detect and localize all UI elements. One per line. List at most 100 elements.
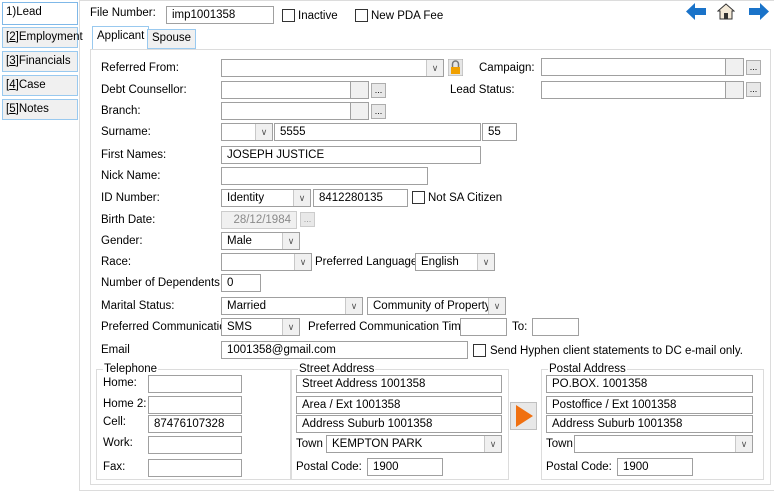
chevron-down-icon: ∨	[345, 298, 362, 314]
marital-status-select[interactable]: Married ∨	[221, 297, 363, 315]
email-label: Email	[101, 344, 130, 356]
pref-comm-select[interactable]: SMS ∨	[221, 318, 300, 336]
debt-counsellor-label: Debt Counsellor:	[101, 84, 187, 96]
nav-tab-case[interactable]: [4]Case	[2, 75, 78, 96]
campaign-lookup-button	[725, 59, 743, 75]
branch-input[interactable]	[221, 102, 369, 120]
chevron-down-icon: ∨	[484, 436, 501, 452]
chevron-down-icon: ∨	[293, 190, 310, 206]
first-names-input[interactable]: JOSEPH JUSTICE	[221, 146, 481, 164]
street-line2-input[interactable]: Area / Ext 1001358	[296, 396, 502, 414]
birth-date-label: Birth Date:	[101, 214, 156, 226]
not-sa-citizen-checkbox[interactable]	[412, 191, 425, 204]
cell-phone-input[interactable]: 87476107328	[148, 415, 242, 433]
postal-postal-code-input[interactable]: 1900	[617, 458, 693, 476]
file-number-input[interactable]: imp1001358	[166, 6, 274, 24]
street-line3-input[interactable]: Address Suburb 1001358	[296, 415, 502, 433]
preferred-language-label: Preferred Language:	[315, 256, 421, 268]
home-icon[interactable]	[717, 3, 735, 20]
forward-arrow-icon[interactable]	[748, 2, 769, 21]
play-arrow-icon	[516, 405, 533, 427]
not-sa-citizen-label: Not SA Citizen	[428, 192, 503, 204]
send-hyphen-checkbox[interactable]	[473, 344, 486, 357]
chevron-down-icon: ∨	[426, 60, 443, 76]
nav-tab-lead[interactable]: 1)Lead	[2, 2, 78, 25]
street-postal-code-input[interactable]: 1900	[367, 458, 443, 476]
lead-status-input[interactable]	[541, 81, 744, 99]
file-number-label: File Number:	[90, 7, 156, 19]
work-label: Work:	[103, 437, 133, 449]
postal-line2-input[interactable]: Postoffice / Ext 1001358	[546, 396, 753, 414]
gender-select[interactable]: Male ∨	[221, 232, 300, 250]
debt-counsellor-lookup-button	[350, 82, 368, 98]
new-pda-fee-checkbox[interactable]	[355, 9, 368, 22]
branch-browse-button[interactable]: ...	[371, 104, 386, 119]
home-phone-input[interactable]	[148, 375, 242, 393]
inactive-checkbox[interactable]	[282, 9, 295, 22]
pref-comm-time-label: Preferred Communication Time:	[308, 321, 471, 333]
home2-label: Home 2:	[103, 398, 147, 410]
fax-input[interactable]	[148, 459, 242, 477]
pref-comm-label: Preferred Communication:	[101, 321, 236, 333]
dependents-input[interactable]: 0	[221, 274, 261, 292]
nav-tab-employment[interactable]: [2]Employment	[2, 27, 83, 48]
birth-date-input[interactable]: 28/12/1984	[221, 211, 297, 229]
title-select[interactable]: ∨	[221, 123, 273, 141]
lead-status-label: Lead Status:	[450, 84, 515, 96]
chevron-down-icon: ∨	[735, 436, 752, 452]
surname-input[interactable]: 5555	[274, 123, 481, 141]
postal-postal-code-label: Postal Code:	[546, 461, 612, 473]
campaign-label: Campaign:	[479, 62, 535, 74]
chevron-down-icon: ∨	[294, 254, 311, 270]
cell-label: Cell:	[103, 416, 127, 428]
work-phone-input[interactable]	[148, 436, 242, 454]
race-label: Race:	[101, 256, 132, 268]
fax-label: Fax:	[103, 461, 126, 473]
copy-address-button[interactable]	[510, 402, 537, 430]
email-input[interactable]: 1001358@gmail.com	[221, 341, 468, 359]
debt-counsellor-browse-button[interactable]: ...	[371, 83, 386, 98]
birth-date-picker-button[interactable]: ...	[300, 212, 315, 227]
debt-counsellor-input[interactable]	[221, 81, 369, 99]
nav-tab-notes[interactable]: [5]Notes	[2, 99, 78, 120]
home2-phone-input[interactable]	[148, 396, 242, 414]
lead-status-lookup-button	[725, 82, 743, 98]
postal-town-select[interactable]: ∨	[574, 435, 753, 453]
branch-label: Branch:	[101, 105, 141, 117]
pref-comm-time-from-input[interactable]	[460, 318, 507, 336]
street-town-label: Town	[296, 438, 323, 450]
chevron-down-icon: ∨	[255, 124, 272, 140]
inactive-label: Inactive	[298, 10, 338, 22]
send-hyphen-label: Send Hyphen client statements to DC e-ma…	[490, 345, 743, 357]
tab-applicant[interactable]: Applicant	[92, 26, 150, 50]
id-number-input[interactable]: 8412280135	[313, 189, 408, 207]
surname-suffix-input[interactable]: 55	[482, 123, 517, 141]
new-pda-fee-label: New PDA Fee	[371, 10, 444, 22]
chevron-down-icon: ∨	[477, 254, 494, 270]
id-type-select[interactable]: Identity ∨	[221, 189, 311, 207]
pref-comm-time-to-input[interactable]	[532, 318, 579, 336]
nick-name-input[interactable]	[221, 167, 428, 185]
preferred-language-select[interactable]: English ∨	[415, 253, 495, 271]
tab-spouse[interactable]: Spouse	[147, 29, 197, 49]
branch-lookup-button	[350, 103, 368, 119]
race-select[interactable]: ∨	[221, 253, 312, 271]
postal-line3-input[interactable]: Address Suburb 1001358	[546, 415, 753, 433]
home-label: Home:	[103, 377, 137, 389]
campaign-input[interactable]	[541, 58, 744, 76]
chevron-down-icon: ∨	[282, 319, 299, 335]
lead-status-browse-button[interactable]: ...	[746, 82, 761, 97]
lock-icon[interactable]	[448, 59, 463, 76]
marital-regime-select[interactable]: Community of Property ∨	[367, 297, 506, 315]
referred-from-select[interactable]: ∨	[221, 59, 444, 77]
chevron-down-icon: ∨	[488, 298, 505, 314]
back-arrow-icon[interactable]	[686, 2, 707, 21]
street-line1-input[interactable]: Street Address 1001358	[296, 375, 502, 393]
nav-tab-financials[interactable]: [3]Financials	[2, 51, 78, 72]
street-town-select[interactable]: KEMPTON PARK ∨	[326, 435, 502, 453]
campaign-browse-button[interactable]: ...	[746, 60, 761, 75]
telephone-title: Telephone	[103, 363, 159, 375]
postal-line1-input[interactable]: PO.BOX. 1001358	[546, 375, 753, 393]
to-label: To:	[512, 321, 528, 333]
marital-status-label: Marital Status:	[101, 300, 175, 312]
